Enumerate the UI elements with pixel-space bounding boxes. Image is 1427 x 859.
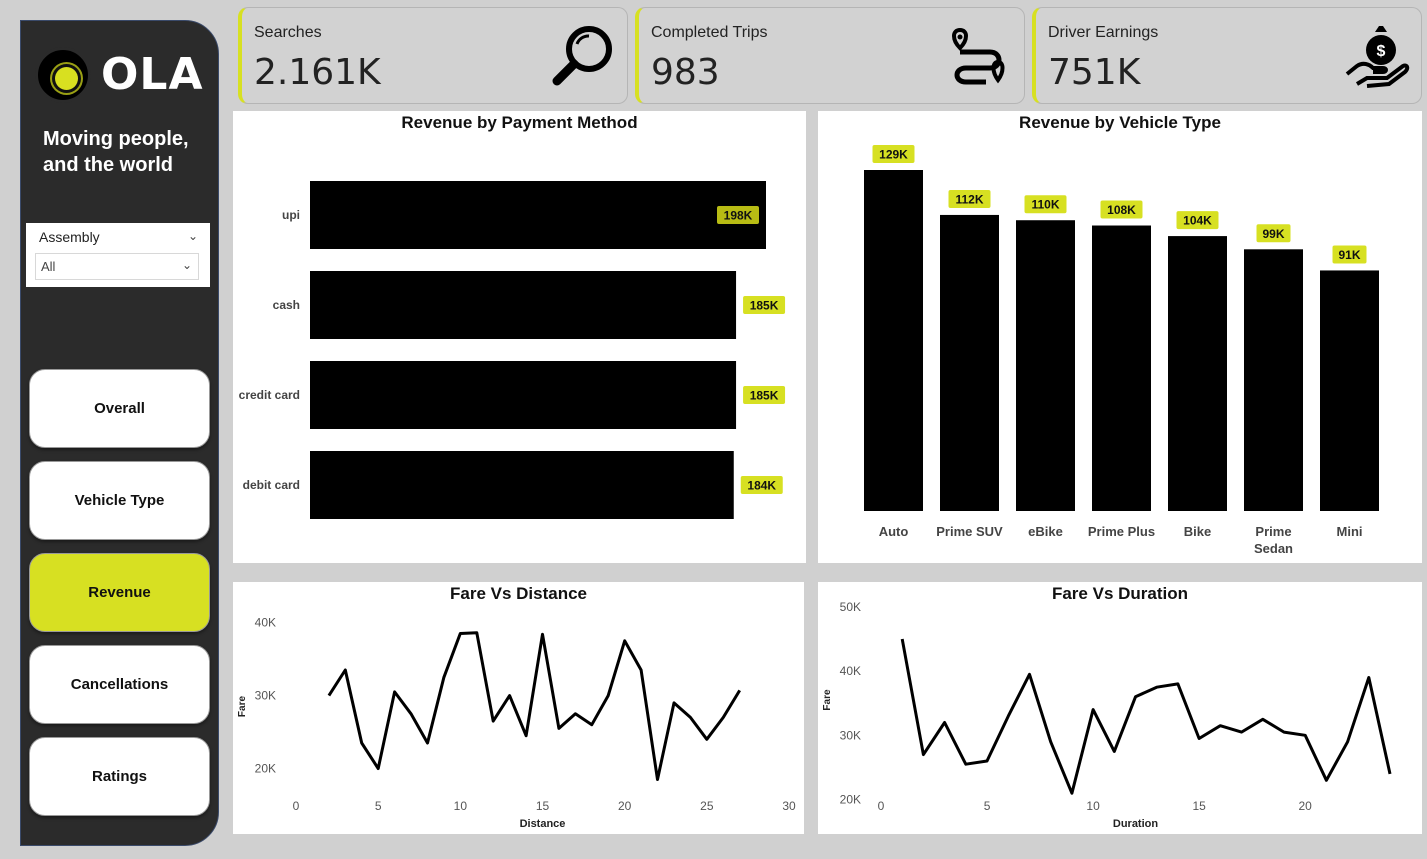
data-label: 110K	[1031, 198, 1059, 212]
slicer-selected-value: All	[41, 259, 56, 274]
data-label: 108K	[1107, 203, 1136, 217]
x-tick-label: 20	[1298, 799, 1312, 813]
y-tick-label: 20K	[840, 793, 861, 807]
x-tick-label: 5	[375, 799, 382, 813]
category-label: eBike	[1028, 524, 1063, 539]
category-label: Sedan	[1254, 541, 1293, 556]
category-label: upi	[282, 208, 300, 222]
bar	[310, 181, 766, 249]
x-tick-label: 15	[1192, 799, 1206, 813]
data-label: 129K	[879, 148, 908, 162]
bar	[1320, 270, 1379, 511]
money-hand-icon: $	[1345, 26, 1410, 88]
bar	[310, 271, 737, 339]
category-label: cash	[273, 298, 300, 312]
y-axis-label: Fare	[237, 696, 248, 718]
category-label: Prime Plus	[1088, 524, 1155, 539]
x-axis-label: Duration	[1113, 818, 1159, 830]
x-tick-label: 15	[536, 799, 550, 813]
fare-vs-distance-panel: Fare Vs Distance 20K 30K 40K 0 5 10 15 20 25 30 Di…	[233, 582, 804, 834]
category-label: Auto	[879, 524, 909, 539]
sidebar: OLA Moving people, and the world Assembl…	[20, 20, 219, 846]
kpi-label: Driver Earnings	[1048, 24, 1159, 41]
data-label: 112K	[955, 192, 983, 206]
bar	[940, 214, 999, 511]
y-tick-label: 50K	[840, 600, 861, 614]
category-label: credit card	[239, 388, 300, 402]
data-label: 104K	[1183, 214, 1212, 228]
category-label: debit card	[243, 478, 300, 492]
data-label: 91K	[1338, 248, 1360, 262]
kpi-label: Completed Trips	[651, 24, 768, 41]
nav-ratings-button[interactable]: Ratings	[29, 737, 210, 816]
x-tick-label: 0	[878, 799, 885, 813]
x-axis-label: Distance	[520, 818, 566, 830]
bar	[1016, 220, 1075, 512]
ola-logo-mark	[35, 47, 91, 103]
y-tick-label: 20K	[255, 762, 276, 776]
nav-cancellations-button[interactable]: Cancellations	[29, 645, 210, 724]
category-label: Prime	[1255, 524, 1291, 539]
data-label: 185K	[750, 389, 779, 403]
series-line	[327, 631, 741, 781]
fare-vs-duration-chart: 20K 30K 40K 50K 0 5 10 15 20 Duration Fare	[822, 600, 1392, 830]
slicer-title: Assembly	[39, 229, 100, 245]
bar	[864, 170, 923, 511]
y-axis-label: Fare	[822, 689, 833, 711]
ola-logo: OLA	[35, 47, 205, 103]
y-tick-label: 30K	[840, 728, 861, 742]
nav-vehicle-type-button[interactable]: Vehicle Type	[29, 461, 210, 540]
kpi-value: 2.161K	[254, 52, 381, 93]
svg-text:$: $	[1377, 43, 1386, 60]
category-label: Prime SUV	[936, 524, 1003, 539]
y-tick-label: 40K	[840, 664, 861, 678]
revenue-by-vehicle-type-panel: Revenue by Vehicle Type 129K Auto 112K Prim…	[818, 111, 1422, 563]
bar	[1092, 225, 1151, 511]
series-line	[900, 638, 1392, 795]
data-label: 198K	[724, 209, 753, 223]
bar	[310, 451, 734, 519]
data-label: 185K	[750, 299, 779, 313]
x-tick-label: 20	[618, 799, 632, 813]
category-label: Mini	[1337, 524, 1363, 539]
y-tick-label: 40K	[255, 616, 276, 630]
bar	[1168, 236, 1227, 511]
kpi-completed-trips-card: Completed Trips 983	[635, 7, 1025, 104]
kpi-driver-earnings-card: Driver Earnings 751K $	[1032, 7, 1422, 104]
bar	[310, 361, 737, 429]
slicer-dropdown[interactable]: All ⌄	[35, 253, 199, 280]
x-tick-label: 5	[984, 799, 991, 813]
fare-vs-distance-chart: 20K 30K 40K 0 5 10 15 20 25 30 Distance Fare	[237, 616, 796, 830]
nav-overall-button[interactable]: Overall	[29, 369, 210, 448]
x-tick-label: 10	[1086, 799, 1100, 813]
kpi-label: Searches	[254, 24, 322, 41]
chevron-down-icon[interactable]: ⌄	[188, 229, 198, 243]
assembly-slicer[interactable]: Assembly ⌄ All ⌄	[26, 223, 210, 287]
data-label: 184K	[747, 479, 776, 493]
category-label: Bike	[1184, 524, 1211, 539]
route-icon	[952, 27, 1005, 85]
tagline: Moving people, and the world	[43, 128, 189, 176]
revenue-by-vehicle-type-chart: 129K Auto 112K Prime SUV 110K eBike 108K Prime …	[864, 145, 1379, 556]
kpi-value: 983	[651, 52, 720, 93]
kpi-value: 751K	[1048, 52, 1141, 93]
x-tick-label: 25	[700, 799, 714, 813]
search-icon	[552, 26, 612, 86]
kpi-searches-card: Searches 2.161K	[238, 7, 628, 104]
x-tick-label: 10	[454, 799, 468, 813]
nav-revenue-button[interactable]: Revenue	[29, 553, 210, 632]
bar	[1244, 249, 1303, 512]
chevron-down-icon[interactable]: ⌄	[182, 258, 192, 272]
x-tick-label: 30	[782, 799, 796, 813]
fare-vs-duration-panel: Fare Vs Duration 20K 30K 40K 50K 0 5 10 15 20 Dur…	[818, 582, 1422, 834]
ola-logo-text: OLA	[101, 49, 204, 100]
revenue-by-payment-method-panel: Revenue by Payment Method upi 198K cash 185…	[233, 111, 806, 563]
revenue-by-payment-method-chart: upi 198K cash 185K credit card 185K debit card…	[239, 181, 786, 519]
data-label: 99K	[1262, 227, 1284, 241]
y-tick-label: 30K	[255, 689, 276, 703]
x-tick-label: 0	[293, 799, 300, 813]
